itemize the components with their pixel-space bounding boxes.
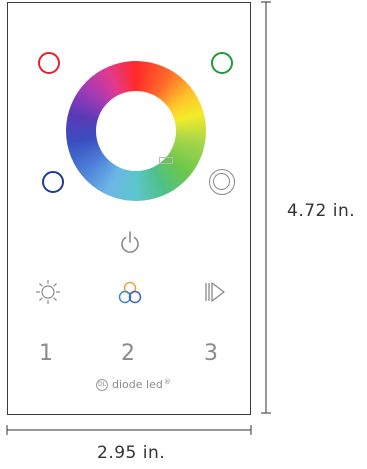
height-dimension-label: 4.72 in. [287, 201, 356, 221]
width-dimension-label: 2.95 in. [97, 443, 166, 463]
dimension-lines [6, 1, 271, 435]
